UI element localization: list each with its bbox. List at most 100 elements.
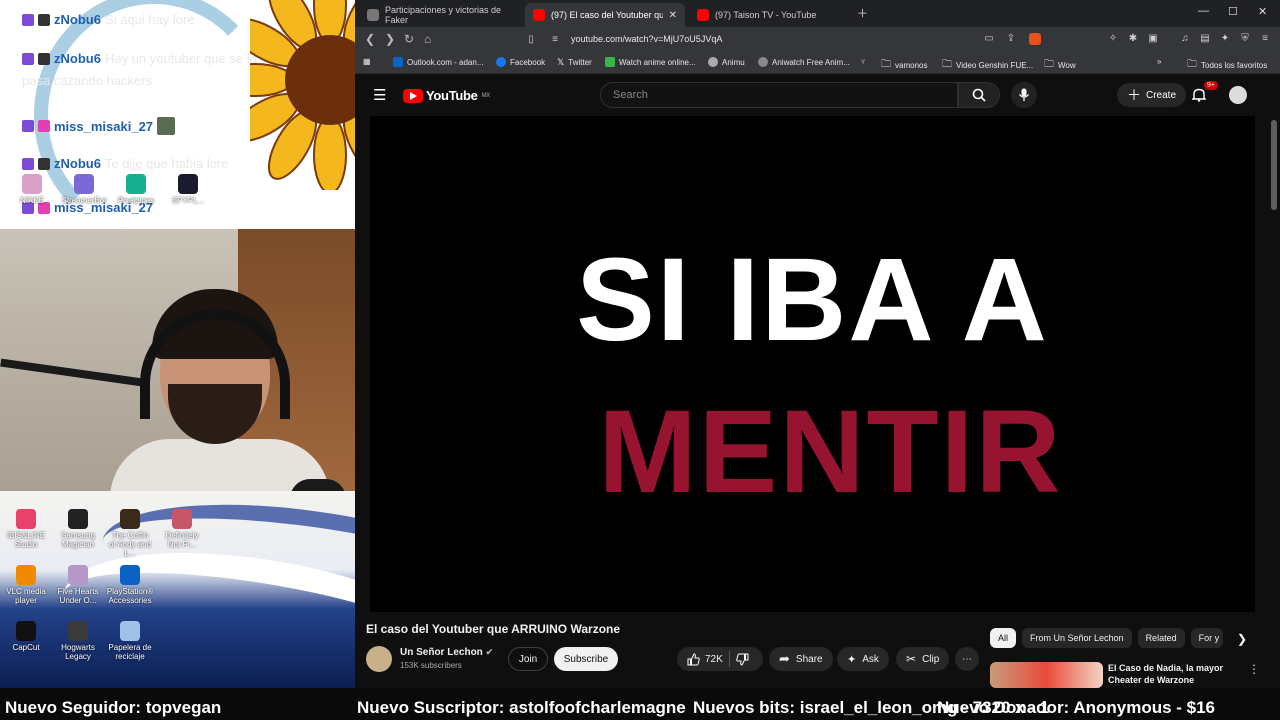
- globe-icon: [367, 9, 379, 21]
- notifications-button[interactable]: 9+: [1191, 81, 1218, 107]
- account-avatar[interactable]: [1229, 86, 1247, 104]
- forward-icon[interactable]: ❯: [385, 32, 395, 46]
- chevron-right-icon[interactable]: ❯: [1237, 632, 1247, 646]
- desktop-icon[interactable]: Definitely Not Fr...: [160, 509, 204, 558]
- leo-icon[interactable]: ✧: [1107, 33, 1119, 45]
- like-button[interactable]: 72K: [687, 652, 723, 666]
- bookmark-facebook[interactable]: Facebook: [496, 57, 545, 67]
- ai-icon[interactable]: ✦: [1219, 33, 1231, 45]
- maximize-icon[interactable]: ☐: [1228, 5, 1238, 18]
- thumbs-down-icon[interactable]: [736, 653, 749, 666]
- menu-icon[interactable]: ≡: [1259, 33, 1271, 45]
- video-player[interactable]: SI IBA A MENTIR: [370, 116, 1255, 612]
- address-bar[interactable]: ▯ ≡ youtube.com/watch?v=MjU7oU5JVqA: [525, 30, 1045, 50]
- all-favorites-folder[interactable]: 🗀 Todos los favoritos: [1187, 57, 1267, 74]
- bookmark-twitter[interactable]: 𝕏 Twitter: [557, 57, 592, 68]
- folder-icon: 🗀: [1044, 59, 1054, 70]
- share-page-icon[interactable]: ⇪: [1005, 33, 1017, 45]
- region-code: MX: [481, 92, 491, 99]
- join-button[interactable]: Join: [508, 647, 548, 671]
- search-input[interactable]: [613, 89, 943, 101]
- desktop-icon[interactable]: Five Hearts Under O...: [56, 565, 100, 605]
- more-vertical-icon[interactable]: ⋮: [1248, 662, 1260, 676]
- sidebar-icon[interactable]: ▣: [1147, 33, 1159, 45]
- close-window-icon[interactable]: ✕: [1258, 5, 1267, 18]
- site-info-icon[interactable]: ≡: [549, 34, 561, 46]
- aniwatch-icon: [758, 57, 768, 67]
- recommended-thumbnail[interactable]: [990, 662, 1103, 688]
- desktop-icon-label: IBIS&LINE Studio: [6, 531, 46, 549]
- search-button[interactable]: [958, 82, 1000, 108]
- desktop-icon[interactable]: SPYPL...: [166, 174, 210, 205]
- hamburger-menu-icon[interactable]: ☰: [373, 86, 386, 104]
- channel-avatar[interactable]: [366, 646, 392, 672]
- app-icon: [126, 174, 146, 194]
- reload-icon[interactable]: ↻: [404, 32, 414, 46]
- capcut-icon[interactable]: CapCut: [4, 621, 48, 661]
- bookmark-animu[interactable]: Animu: [708, 57, 745, 67]
- ask-button[interactable]: ✦ Ask: [837, 647, 889, 671]
- webcam-feed: [0, 229, 355, 491]
- youtube-logo[interactable]: YouTube MX: [403, 88, 490, 103]
- vlc-icon[interactable]: VLC media player: [4, 565, 48, 605]
- clip-button[interactable]: ✂ Clip: [896, 647, 950, 671]
- tab-faker[interactable]: Participaciones y victorias de Faker: [359, 3, 521, 27]
- recommended-title[interactable]: El Caso de Nadia, la mayor Cheater de Wa…: [1108, 662, 1248, 686]
- brave-shield-icon[interactable]: [1029, 33, 1041, 45]
- close-tab-icon[interactable]: ✕: [669, 10, 677, 21]
- music-icon[interactable]: ♫: [1179, 33, 1191, 45]
- share-button[interactable]: ➦ Share: [769, 647, 833, 671]
- wallet-icon[interactable]: ▤: [1199, 33, 1211, 45]
- minimize-icon[interactable]: —: [1198, 5, 1209, 17]
- facebook-icon: [496, 57, 506, 67]
- create-button[interactable]: ＋ Create: [1117, 83, 1187, 107]
- back-icon[interactable]: ❮: [365, 32, 375, 46]
- tab-youtube-active[interactable]: (97) El caso del Youtuber que AR ✕: [525, 3, 685, 27]
- bookmark-icon[interactable]: ▯: [525, 34, 537, 46]
- desktop-icon[interactable]: NIKKE: [10, 174, 54, 205]
- desktop-icon[interactable]: Samsung Magician: [56, 509, 100, 558]
- recommended-video[interactable]: El Caso de Nadia, la mayor Cheater de Wa…: [990, 660, 1270, 688]
- video-caption-line1: SI IBA A: [576, 234, 1049, 366]
- chip-for-you[interactable]: For y: [1190, 628, 1223, 648]
- bookmark-folder-vamonos[interactable]: 🗀 vamonos: [881, 57, 927, 74]
- url-text[interactable]: youtube.com/watch?v=MjU7oU5JVqA: [571, 34, 722, 44]
- chip-from-channel[interactable]: From Un Señor Lechon: [1022, 628, 1132, 648]
- tab-taison[interactable]: (97) Taison TV - YouTube: [689, 3, 849, 27]
- page-scrollbar[interactable]: [1270, 116, 1278, 688]
- chip-all[interactable]: All: [990, 628, 1017, 648]
- playstation-icon[interactable]: PlayStation® Accessories: [106, 565, 154, 605]
- apps-grid-icon[interactable]: ▦: [363, 57, 371, 66]
- bookmark-aniwatch[interactable]: Aniwatch Free Anim...: [758, 57, 850, 67]
- browser-toolbar: ❮ ❯ ↻ ⌂ ▯ ≡ youtube.com/watch?v=MjU7oU5J…: [355, 27, 1280, 52]
- desktop-icon-label: PlayStation® Accessories: [106, 587, 154, 605]
- desktop-icon-label: StreamerBot: [61, 196, 107, 205]
- desktop-icon[interactable]: The Coffin of Andy and L...: [108, 509, 152, 558]
- bookmark-outlook[interactable]: Outlook.com - adan...: [393, 57, 483, 67]
- desktop-icon[interactable]: IBIS&LINE Studio: [4, 509, 48, 558]
- subscribe-button[interactable]: Subscribe: [554, 647, 618, 671]
- desktop-icon[interactable]: StreamerBot: [62, 174, 106, 205]
- tab-bar: Participaciones y victorias de Faker (97…: [355, 0, 1280, 27]
- browser-window: Participaciones y victorias de Faker (97…: [355, 0, 1280, 688]
- bookmarks-overflow-icon[interactable]: »: [1157, 57, 1161, 66]
- bookmark-misc-icon[interactable]: ʏ: [861, 57, 865, 66]
- more-actions-button[interactable]: ⋯: [955, 647, 979, 671]
- screen-icon[interactable]: ▭: [983, 33, 995, 45]
- voice-search-button[interactable]: [1011, 82, 1037, 108]
- scrollbar-thumb[interactable]: [1271, 120, 1277, 210]
- alerts-ticker: Nuevo Seguidor: topvegan Nuevo Suscripto…: [0, 688, 1280, 720]
- new-tab-icon[interactable]: ＋: [857, 5, 868, 21]
- bookmark-folder-wow[interactable]: 🗀 Wow: [1044, 57, 1076, 74]
- bookmark-folder-genshin[interactable]: 🗀 Video Genshin FUE...: [942, 57, 1033, 74]
- channel-name[interactable]: Un Señor Lechon ✔: [400, 647, 493, 658]
- youtube-header: ☰ YouTube MX ＋ Create 9+: [355, 74, 1280, 116]
- vpn-icon[interactable]: ⛨: [1239, 33, 1251, 45]
- desktop-icon[interactable]: Pixelpipes: [114, 174, 158, 205]
- desktop-icon[interactable]: Hogwarts Legacy: [56, 621, 100, 661]
- extensions-icon[interactable]: ✱: [1127, 33, 1139, 45]
- home-icon[interactable]: ⌂: [424, 32, 431, 46]
- recycle-bin-icon[interactable]: Papelera de reciclaje: [108, 621, 152, 661]
- bookmark-anime[interactable]: Watch anime online...: [605, 57, 696, 67]
- chip-related[interactable]: Related: [1137, 628, 1185, 648]
